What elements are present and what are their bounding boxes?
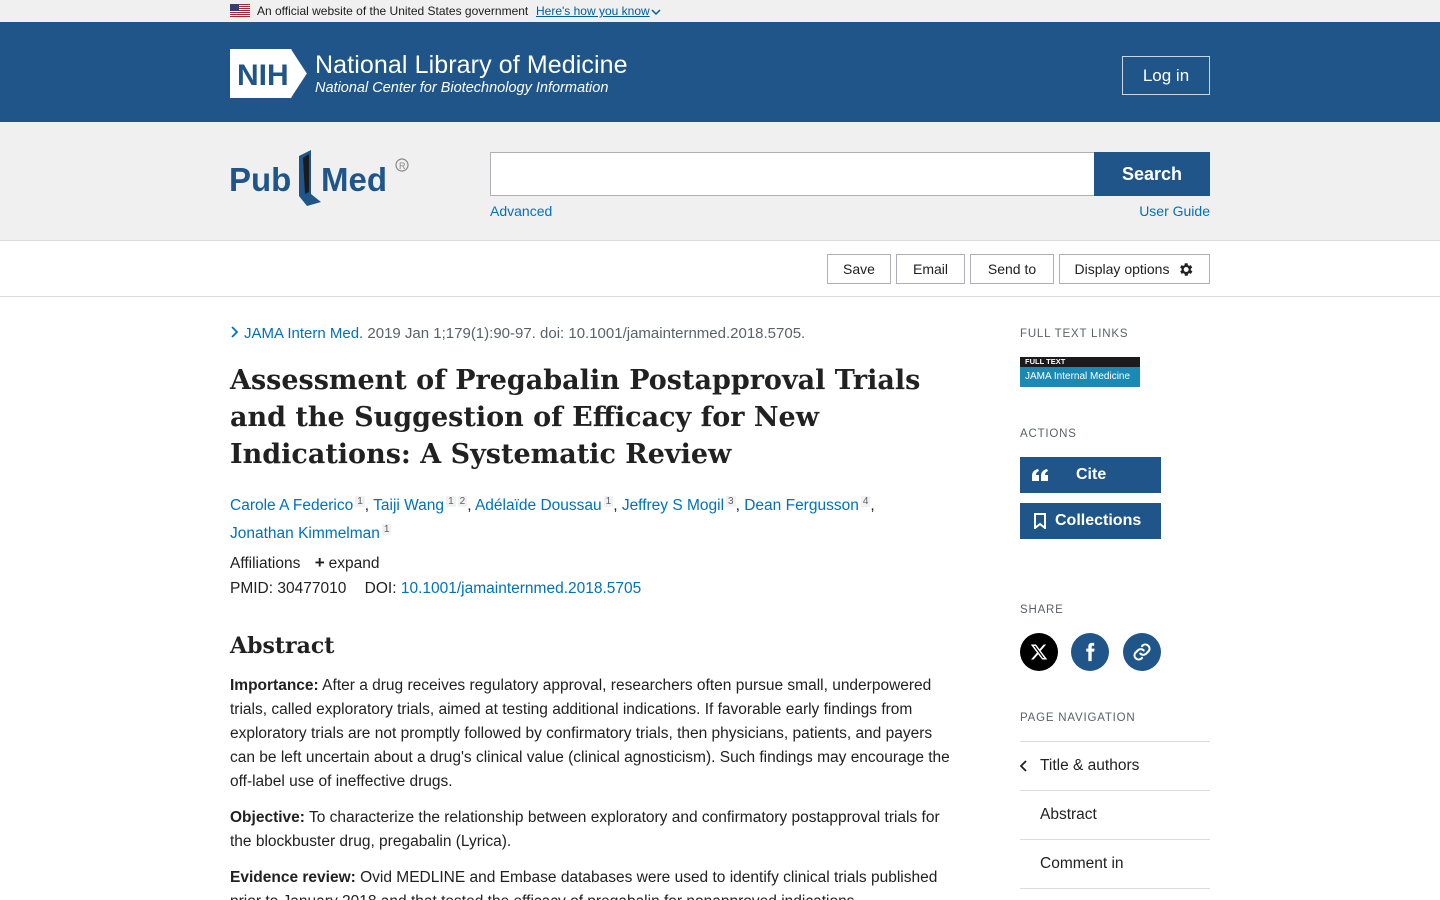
plus-icon: + (314, 553, 325, 572)
nav-item-comment-in[interactable]: Comment in (1020, 840, 1210, 889)
affiliation-ref[interactable]: 1 (446, 496, 456, 507)
author-link[interactable]: Jeffrey S Mogil (622, 497, 724, 514)
abstract-objective: Objective: To characterize the relations… (230, 806, 952, 854)
quote-icon (1020, 469, 1060, 481)
link-icon (1133, 643, 1151, 661)
affiliation-ref[interactable]: 1 (381, 524, 392, 536)
chevron-left-icon (1020, 760, 1027, 772)
pmid-value: 30477010 (277, 580, 347, 597)
nav-item-label: Comment in (1040, 855, 1124, 872)
affiliation-ref[interactable]: 3 (726, 496, 736, 507)
email-button[interactable]: Email (896, 254, 965, 284)
importance-text: After a drug receives regulatory approva… (230, 677, 950, 790)
citation-details: 2019 Jan 1;179(1):90-97. doi: 10.1001/ja… (367, 325, 806, 342)
heres-how-you-know-link[interactable]: Here's how you know (536, 4, 661, 18)
expand-label: expand (328, 555, 380, 572)
doi-label: DOI: (364, 580, 397, 597)
pubmed-logo-icon[interactable]: Pub Med R (229, 146, 414, 210)
actions-heading: ACTIONS (1020, 428, 1077, 440)
full-text-badge-top: FULL TEXT (1020, 357, 1140, 367)
pubmed-logo-med: Med (321, 161, 387, 198)
share-link-button[interactable] (1123, 633, 1161, 671)
article-title: Assessment of Pregabalin Postapproval Tr… (230, 365, 921, 470)
objective-text: To characterize the relationship between… (230, 809, 940, 850)
nav-item-label: Title & authors (1040, 757, 1140, 774)
author-link[interactable]: Jonathan Kimmelman (230, 525, 380, 542)
save-button[interactable]: Save (827, 254, 891, 284)
full-text-badge-bottom: JAMA Internal Medicine (1020, 367, 1140, 387)
importance-label: Importance: (230, 677, 319, 694)
author-list: Carole A Federico 1, Taiji Wang 1 2, Adélaï… (230, 496, 875, 543)
chevron-down-icon (651, 9, 661, 15)
nih-header: NIH National Library of Medicine Nationa… (0, 22, 1440, 122)
send-to-button[interactable]: Send to (970, 254, 1054, 284)
article-toolbar: Save Email Send to Display options (0, 241, 1440, 297)
doi-link[interactable]: 10.1001/jamainternmed.2018.5705 (401, 580, 641, 597)
x-logo-icon (1030, 644, 1048, 660)
gear-icon (1180, 262, 1193, 276)
page-navigation: Title & authors Abstract Comment in (1020, 741, 1210, 889)
journal-link[interactable]: JAMA Intern Med. (244, 325, 363, 342)
abstract-evidence: Evidence review: Ovid MEDLINE and Embase… (230, 866, 952, 900)
affiliation-ref[interactable]: 4 (860, 496, 871, 507)
abstract-importance: Importance: After a drug receives regula… (230, 674, 952, 794)
user-guide-link[interactable]: User Guide (1139, 203, 1210, 219)
collections-label: Collections (1055, 512, 1142, 529)
us-flag-icon (230, 4, 250, 17)
author-link[interactable]: Carole A Federico (230, 497, 353, 514)
nlm-title[interactable]: National Library of Medicine (315, 51, 628, 80)
jama-full-text-link[interactable]: FULL TEXT JAMA Internal Medicine (1020, 357, 1140, 387)
collections-button[interactable]: Collections (1020, 503, 1161, 539)
objective-label: Objective: (230, 809, 305, 826)
page-navigation-heading: PAGE NAVIGATION (1020, 712, 1136, 724)
ncbi-subtitle: National Center for Biotechnology Inform… (315, 80, 609, 96)
facebook-icon (1086, 642, 1095, 662)
chevron-right-icon[interactable] (230, 326, 238, 338)
pmid-label: PMID: (230, 580, 274, 597)
share-heading: SHARE (1020, 604, 1064, 616)
nav-item-title-authors[interactable]: Title & authors (1020, 742, 1210, 791)
search-button[interactable]: Search (1094, 152, 1210, 196)
svg-text:R: R (399, 161, 406, 171)
abstract-heading: Abstract (230, 633, 335, 659)
author-link[interactable]: Adélaïde Doussau (475, 497, 602, 514)
expand-affiliations-button[interactable]: + expand (314, 553, 380, 572)
nav-item-abstract[interactable]: Abstract (1020, 791, 1210, 840)
search-band: Pub Med R Search Advanced User Guide (0, 122, 1440, 241)
affiliation-ref[interactable]: 1 (355, 496, 365, 507)
pubmed-logo-pub: Pub (229, 161, 291, 198)
affiliations-label: Affiliations (230, 555, 301, 572)
full-text-links-heading: FULL TEXT LINKS (1020, 328, 1129, 340)
share-x-button[interactable] (1020, 633, 1058, 671)
journal-citation: JAMA Intern Med. 2019 Jan 1;179(1):90-97… (230, 325, 805, 342)
cite-label: Cite (1076, 466, 1107, 483)
cite-button[interactable]: Cite (1020, 457, 1161, 493)
display-options-button[interactable]: Display options (1059, 254, 1210, 284)
nav-item-label: Abstract (1040, 806, 1097, 823)
evidence-label: Evidence review: (230, 869, 356, 886)
author-link[interactable]: Dean Fergusson (744, 497, 859, 514)
affiliations-row: Affiliations + expand (230, 553, 379, 573)
search-input[interactable] (490, 152, 1095, 196)
heres-how-you-know-label: Here's how you know (536, 4, 650, 18)
identifiers-row: PMID: 30477010 DOI: 10.1001/jamainternme… (230, 580, 641, 598)
affiliation-ref[interactable]: 1 (603, 496, 614, 507)
bookmark-icon (1020, 513, 1060, 529)
display-options-label: Display options (1074, 261, 1170, 277)
gov-banner-text: An official website of the United States… (257, 4, 529, 18)
author-link[interactable]: Taiji Wang (373, 497, 444, 514)
nih-logo-icon[interactable]: NIH (230, 49, 310, 98)
share-facebook-button[interactable] (1071, 633, 1109, 671)
affiliation-ref[interactable]: 2 (457, 496, 468, 507)
gov-banner: An official website of the United States… (0, 0, 1440, 22)
advanced-search-link[interactable]: Advanced (490, 203, 552, 219)
nih-logo-text: NIH (237, 59, 289, 92)
login-button[interactable]: Log in (1122, 56, 1210, 95)
